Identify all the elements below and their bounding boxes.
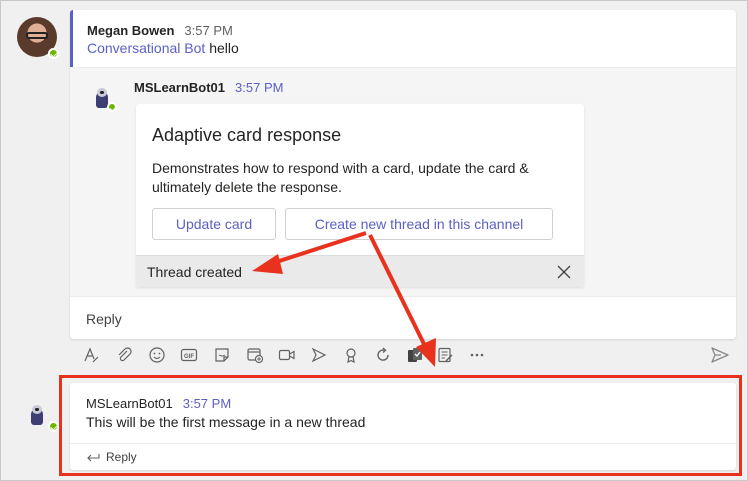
reply-header: MSLearnBot01 3:57 PM — [134, 80, 283, 95]
card-status-bar: Thread created — [136, 255, 584, 287]
gif-icon[interactable]: GIF — [178, 344, 200, 366]
send-icon[interactable] — [709, 344, 731, 366]
attach-icon[interactable] — [113, 344, 135, 366]
message-time[interactable]: 3:57 PM — [235, 80, 283, 95]
thread-card: Megan Bowen 3:57 PM Conversational Bot he… — [70, 10, 736, 339]
sender-name[interactable]: Megan Bowen — [87, 23, 174, 38]
svg-text:GIF: GIF — [184, 354, 194, 360]
message-text: hello — [209, 40, 239, 56]
format-icon[interactable] — [80, 344, 102, 366]
create-thread-button[interactable]: Create new thread in this channel — [285, 208, 553, 240]
presence-available-icon — [48, 48, 59, 59]
bot-avatar[interactable] — [27, 403, 47, 427]
approvals-icon[interactable] — [404, 344, 426, 366]
reply-box[interactable]: Reply — [70, 296, 736, 339]
video-icon[interactable] — [276, 344, 298, 366]
bot-mention[interactable]: Conversational Bot — [87, 40, 205, 56]
card-title: Adaptive card response — [152, 125, 342, 145]
sender-name[interactable]: MSLearnBot01 — [134, 80, 225, 95]
card-description: Demonstrates how to respond with a card,… — [152, 160, 529, 195]
adaptive-card: Adaptive card response Demonstrates how … — [136, 104, 584, 287]
message-header: Megan Bowen 3:57 PM — [87, 23, 233, 38]
highlight-box — [59, 375, 742, 476]
status-text: Thread created — [147, 264, 242, 280]
presence-available-icon — [48, 421, 59, 432]
close-icon[interactable] — [556, 264, 572, 280]
mention-accent-bar — [70, 10, 73, 67]
update-card-button[interactable]: Update card — [152, 208, 276, 240]
sticker-icon[interactable] — [211, 344, 233, 366]
praise-icon[interactable] — [340, 344, 362, 366]
message-body: Conversational Bot hello — [87, 40, 239, 56]
forms-icon[interactable] — [434, 344, 456, 366]
loop-icon[interactable] — [372, 344, 394, 366]
emoji-icon[interactable] — [146, 344, 168, 366]
stream-icon[interactable] — [308, 344, 330, 366]
meet-icon[interactable] — [244, 344, 266, 366]
presence-available-icon — [107, 102, 117, 112]
reply-label: Reply — [86, 311, 122, 327]
message-time: 3:57 PM — [184, 23, 233, 38]
more-icon[interactable] — [466, 344, 488, 366]
